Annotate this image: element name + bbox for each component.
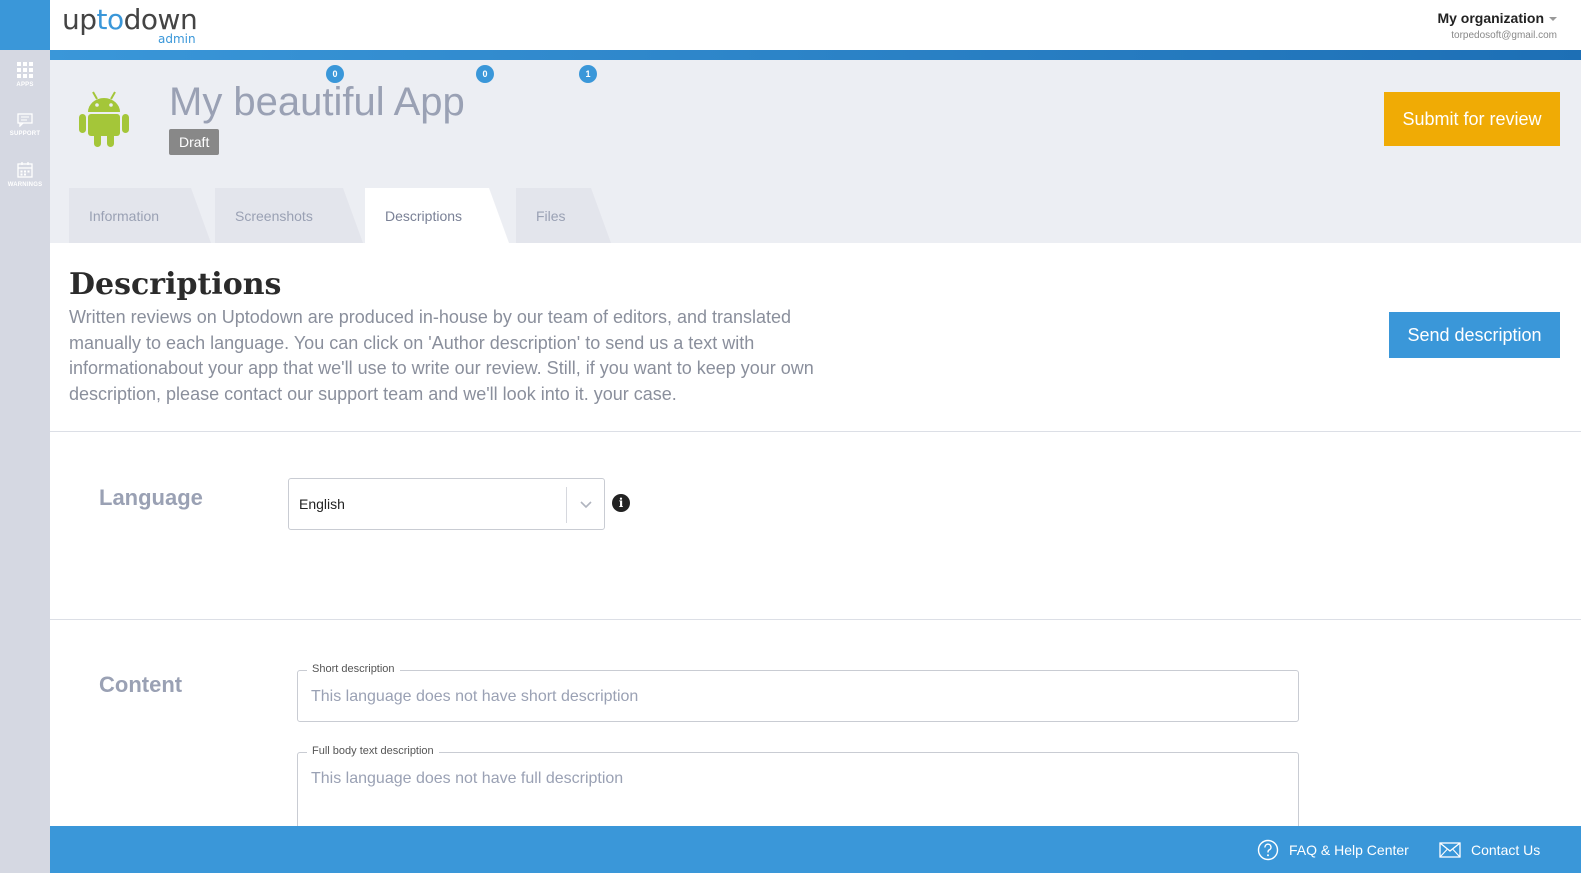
logo-part-up: up — [62, 3, 97, 36]
tab-information[interactable]: Information — [69, 188, 211, 243]
descriptions-section: Descriptions Written reviews on Uptodown… — [50, 243, 1581, 432]
question-circle-icon — [1257, 839, 1279, 860]
organization-name-row: My organization — [1437, 10, 1557, 26]
sidebar-top-block — [0, 0, 50, 50]
organization-name: My organization — [1437, 10, 1544, 26]
section-title: Descriptions — [69, 267, 282, 302]
uptodown-logo[interactable]: uptodown admin — [62, 3, 198, 47]
tab-descriptions[interactable]: Descriptions — [365, 188, 509, 243]
sidebar: APPS SUPPORT WARNINGS — [0, 0, 50, 873]
app-header: My beautiful App Draft Submit for review… — [50, 60, 1581, 243]
select-separator — [566, 487, 567, 523]
footer-bar: FAQ & Help Center Contact Us — [50, 826, 1581, 873]
tab-label: Descriptions — [385, 208, 463, 224]
language-selected-value: English — [299, 496, 345, 512]
faq-help-center-link[interactable]: FAQ & Help Center — [1257, 826, 1409, 873]
sidebar-item-apps[interactable]: APPS — [0, 50, 50, 100]
tab-label: Files — [536, 208, 566, 224]
content-section: Content Short description This language … — [50, 620, 1581, 826]
submit-for-review-button[interactable]: Submit for review — [1384, 92, 1560, 146]
logo-wordmark: uptodown — [62, 3, 198, 36]
sidebar-item-label: SUPPORT — [9, 131, 41, 137]
content-label: Content — [99, 672, 183, 697]
contact-us-link[interactable]: Contact Us — [1439, 826, 1540, 873]
tab-label: Screenshots — [235, 208, 313, 224]
header-accent-bar — [50, 50, 1581, 60]
chevron-down-icon — [580, 501, 592, 509]
chat-icon — [17, 113, 33, 127]
sidebar-item-warnings[interactable]: WARNINGS — [0, 150, 50, 200]
language-section: Language English i — [50, 432, 1581, 620]
top-header: uptodown admin My organization torpedoso… — [50, 0, 1581, 50]
screenshots-count-badge: 0 — [326, 65, 344, 83]
language-label: Language — [99, 485, 203, 510]
tab-screenshots[interactable]: Screenshots — [215, 188, 363, 243]
grid-icon — [17, 62, 33, 78]
short-description-placeholder: This language does not have short descri… — [311, 688, 639, 705]
full-description-field[interactable]: Full body text description This language… — [297, 745, 1299, 826]
short-description-field[interactable]: Short description This language does not… — [297, 663, 1299, 722]
tab-files[interactable]: Files — [516, 188, 611, 243]
organization-email: torpedosoft@gmail.com — [1451, 30, 1557, 41]
sidebar-item-label: WARNINGS — [7, 182, 43, 188]
language-select[interactable]: English — [288, 478, 605, 530]
logo-subtitle: admin — [158, 32, 196, 46]
section-description: Written reviews on Uptodown are produced… — [69, 307, 814, 404]
full-description-placeholder: This language does not have full descrip… — [311, 770, 624, 787]
info-icon[interactable]: i — [612, 494, 630, 512]
sidebar-item-label: APPS — [16, 82, 34, 88]
android-icon — [79, 91, 129, 147]
envelope-icon — [1439, 841, 1461, 858]
full-description-legend: Full body text description — [307, 745, 439, 757]
caret-down-icon — [1549, 17, 1557, 22]
app-title: My beautiful App — [169, 80, 465, 124]
sidebar-item-support[interactable]: SUPPORT — [0, 100, 50, 150]
files-count-badge: 1 — [579, 65, 597, 83]
short-description-legend: Short description — [307, 663, 400, 675]
send-description-button[interactable]: Send description — [1389, 312, 1560, 358]
tab-label: Information — [89, 208, 160, 224]
contact-label: Contact Us — [1471, 841, 1541, 858]
calendar-icon — [17, 162, 33, 178]
logo-part-to: to — [96, 3, 125, 36]
status-badge: Draft — [169, 129, 220, 155]
faq-label: FAQ & Help Center — [1289, 841, 1409, 858]
descriptions-count-badge: 0 — [476, 65, 494, 83]
organization-menu[interactable]: My organization torpedosoft@gmail.com — [1437, 10, 1557, 41]
